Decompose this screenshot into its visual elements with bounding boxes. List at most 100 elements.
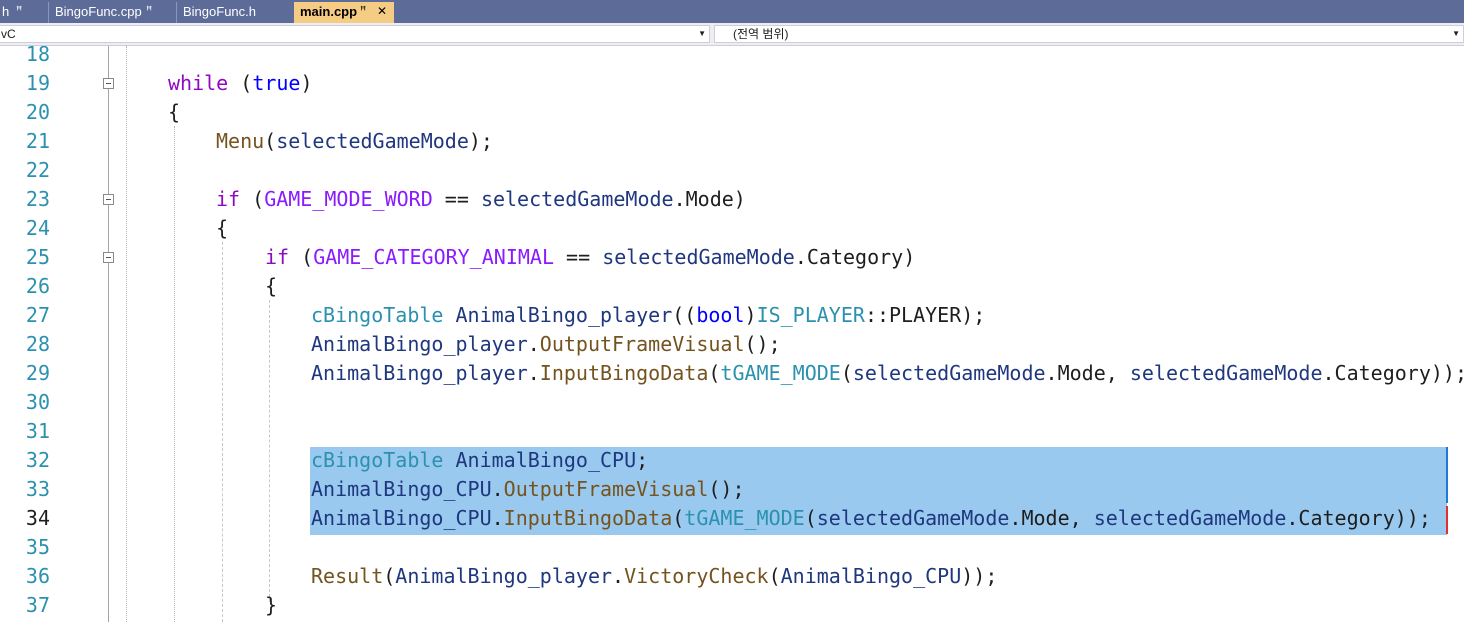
pin-icon[interactable]: ꟸ — [16, 2, 22, 21]
code-line[interactable]: 21 Menu(selectedGameMode); — [0, 127, 1464, 156]
tab-label: main.cpp — [300, 4, 358, 19]
code-line[interactable]: 23 if (GAME_MODE_WORD == selectedGameMode… — [0, 185, 1464, 214]
line-number: 23 — [25, 187, 50, 211]
code-line[interactable]: 31 — [0, 417, 1464, 446]
code-token: OutputFrameVisual — [539, 332, 745, 356]
code-line[interactable]: 36 Result(AnimalBingo_player.VictoryCheck… — [0, 562, 1464, 591]
code-token: selectedGameMode — [816, 506, 1010, 530]
code-text: AnimalBingo_CPU.InputBingoData(tGAME_MOD… — [311, 504, 1431, 533]
code-token: ( — [228, 71, 253, 95]
collapse-icon[interactable] — [103, 194, 114, 205]
document-tab-bar: h ꟸ BingoFunc.cpp ꟸ BingoFunc.h main.cpp… — [0, 0, 1464, 23]
code-token: GAME_MODE_WORD — [264, 187, 433, 211]
code-token: if — [216, 187, 241, 211]
code-token: .Mode, — [1009, 506, 1094, 530]
code-text: Menu(selectedGameMode); — [216, 127, 493, 156]
code-token: { — [216, 216, 229, 240]
code-token: IS_PLAYER — [756, 303, 865, 327]
line-number: 21 — [25, 129, 50, 153]
line-number: 36 — [25, 564, 50, 588]
code-text: AnimalBingo_player.OutputFrameVisual(); — [311, 330, 781, 359]
code-token: AnimalBingo_CPU — [780, 564, 962, 588]
code-token: VictoryCheck — [624, 564, 769, 588]
code-line[interactable]: 22 — [0, 156, 1464, 185]
code-token: tGAME_MODE — [684, 506, 805, 530]
code-line[interactable]: 18 — [0, 46, 1464, 69]
collapse-icon[interactable] — [103, 78, 114, 89]
code-line[interactable]: 20 { — [0, 98, 1464, 127]
code-token: InputBingoData — [539, 361, 709, 385]
code-token: ( — [383, 564, 396, 588]
code-line[interactable]: 26 { — [0, 272, 1464, 301]
tab-h[interactable]: h ꟸ — [0, 2, 48, 23]
code-editor[interactable]: 18 19 while (true) 20{21 Menu(selectedGameMo… — [0, 46, 1464, 622]
close-icon[interactable]: ✕ — [377, 2, 387, 21]
tab-label: BingoFunc.h — [183, 4, 256, 19]
code-token: selectedGameMode — [1093, 506, 1287, 530]
code-token: .Mode, — [1045, 361, 1130, 385]
code-token: while — [168, 71, 229, 95]
code-token: (); — [744, 332, 781, 356]
code-line[interactable]: 19 while (true) — [0, 69, 1464, 98]
code-token: cBingoTable — [311, 448, 444, 472]
code-token: InputBingoData — [503, 506, 673, 530]
code-token: } — [265, 593, 278, 617]
code-line[interactable]: 24 { — [0, 214, 1464, 243]
code-token: . — [527, 332, 540, 356]
line-number: 29 — [25, 361, 50, 385]
code-text: { — [216, 214, 228, 243]
code-line[interactable]: 34 AnimalBingo_CPU.InputBingoData(tGAME_M… — [0, 504, 1464, 533]
code-token: . — [527, 361, 540, 385]
line-number: 18 — [25, 46, 50, 66]
change-marker — [1446, 447, 1448, 503]
code-token: AnimalBingo_player — [311, 332, 528, 356]
line-number: 19 — [25, 71, 50, 95]
code-token: ) — [744, 303, 757, 327]
code-token: ( — [708, 361, 721, 385]
chevron-down-icon: ▼ — [1452, 29, 1460, 38]
pin-icon[interactable]: ꟸ — [360, 2, 366, 21]
code-text: { — [265, 272, 277, 301]
line-number: 28 — [25, 332, 50, 356]
code-line[interactable]: 27 cBingoTable AnimalBingo_player((bool)I… — [0, 301, 1464, 330]
code-token: ; — [636, 448, 649, 472]
code-text: if (GAME_MODE_WORD == selectedGameMode.M… — [216, 185, 746, 214]
tab-label: h — [2, 4, 10, 19]
line-number: 26 — [25, 274, 50, 298]
code-text: if (GAME_CATEGORY_ANIMAL == selectedGame… — [265, 243, 915, 272]
line-number: 25 — [25, 245, 50, 269]
code-token: (); — [708, 477, 745, 501]
code-line[interactable]: 28 AnimalBingo_player.OutputFrameVisual()… — [0, 330, 1464, 359]
code-token: OutputFrameVisual — [503, 477, 709, 501]
pin-icon[interactable]: ꟸ — [146, 2, 152, 21]
project-scope-dropdown[interactable]: vC ▼ — [0, 25, 710, 43]
code-text: cBingoTable AnimalBingo_CPU; — [311, 446, 648, 475]
code-token: ( — [240, 187, 265, 211]
code-token: . — [491, 506, 504, 530]
code-line[interactable]: 35 — [0, 533, 1464, 562]
code-token: tGAME_MODE — [720, 361, 841, 385]
tab-main-cpp[interactable]: main.cpp ꟸ ✕ — [294, 2, 394, 23]
code-token: AnimalBingo_CPU — [311, 506, 492, 530]
collapse-icon[interactable] — [103, 252, 114, 263]
code-line[interactable]: 37} — [0, 591, 1464, 620]
code-token: Result — [311, 564, 384, 588]
code-line[interactable]: 25 if (GAME_CATEGORY_ANIMAL == selectedGa… — [0, 243, 1464, 272]
tab-bingofunc-h[interactable]: BingoFunc.h — [176, 2, 294, 23]
code-token: AnimalBingo_player — [311, 361, 528, 385]
code-token: AnimalBingo_player — [395, 564, 613, 588]
code-token: selectedGameMode — [1129, 361, 1323, 385]
line-number: 31 — [25, 419, 50, 443]
code-token: ( — [768, 564, 781, 588]
code-token: if — [265, 245, 290, 269]
member-scope-dropdown[interactable]: (전역 범위) ▼ — [714, 25, 1464, 43]
code-line[interactable]: 30 — [0, 388, 1464, 417]
code-text: Result(AnimalBingo_player.VictoryCheck(A… — [311, 562, 997, 591]
tab-label: BingoFunc.cpp — [55, 4, 142, 19]
code-token: . — [612, 564, 625, 588]
code-line[interactable]: 29 AnimalBingo_player.InputBingoData(tGAM… — [0, 359, 1464, 388]
tab-bingofunc-cpp[interactable]: BingoFunc.cpp ꟸ — [48, 2, 176, 23]
code-token: ( — [289, 245, 314, 269]
line-number: 37 — [25, 593, 50, 617]
